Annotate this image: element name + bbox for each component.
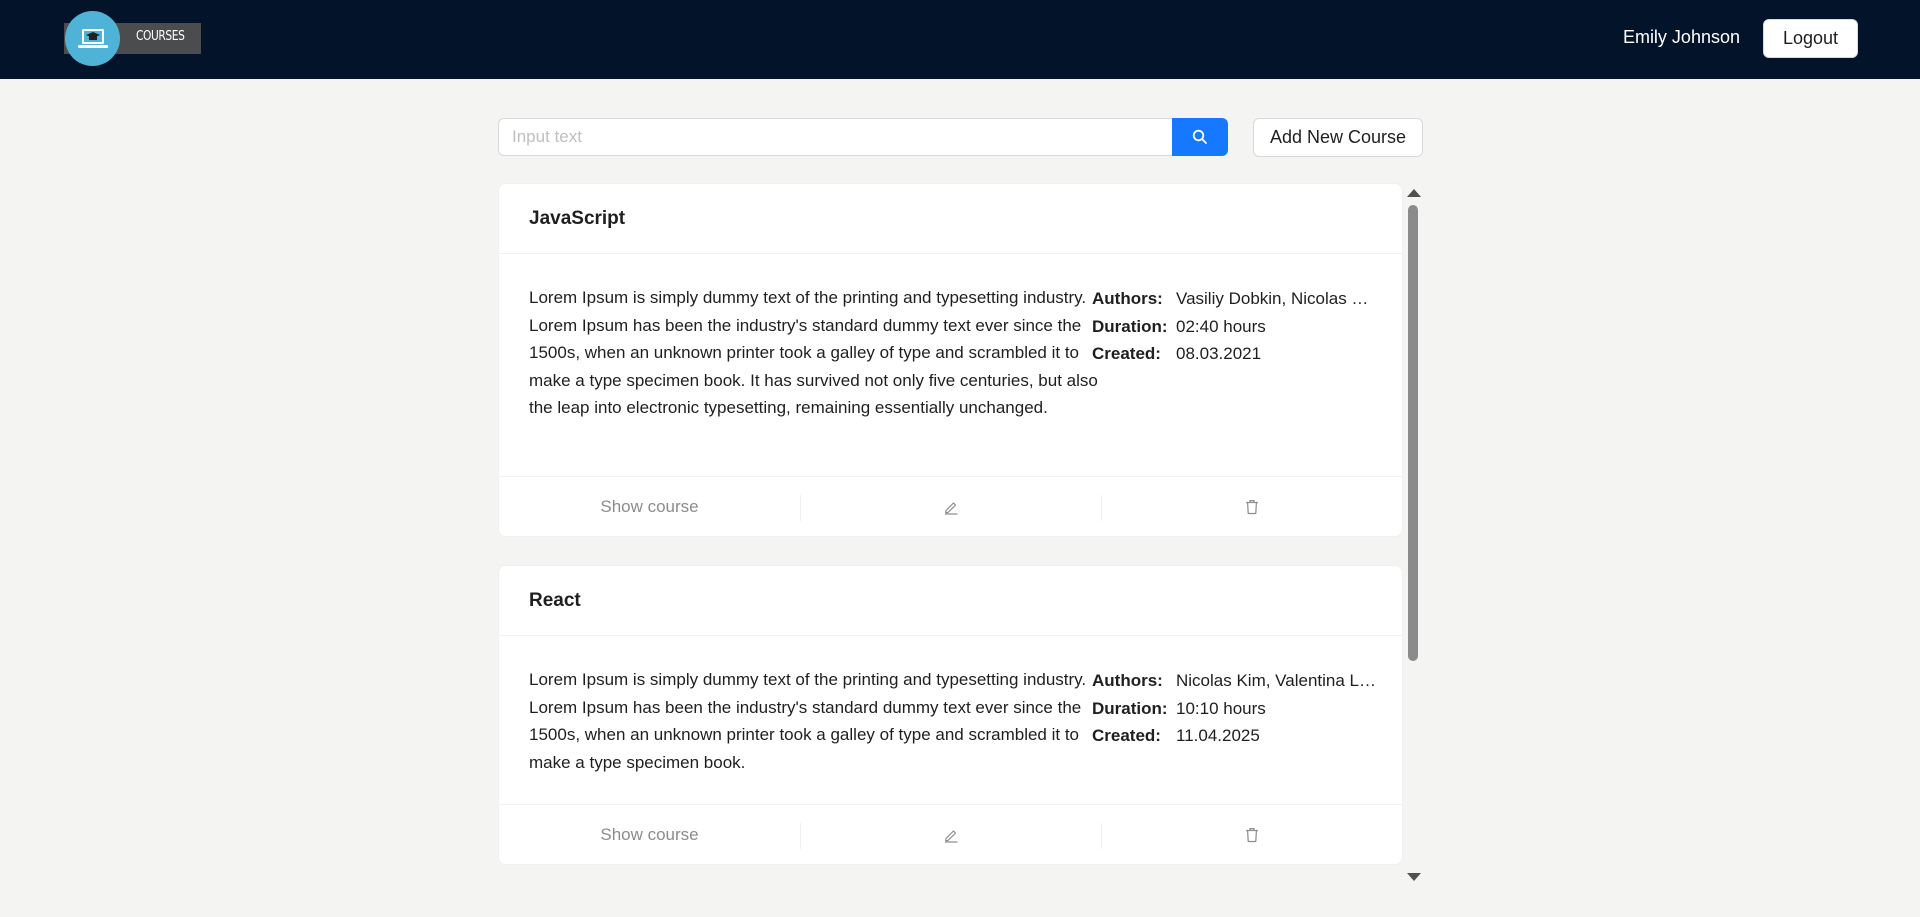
course-title: JavaScript — [499, 184, 1402, 254]
search-input[interactable] — [498, 118, 1172, 156]
created-value: 11.04.2025 — [1176, 726, 1260, 746]
delete-icon — [1245, 499, 1258, 514]
edit-icon — [944, 829, 957, 843]
scroll-down-arrow-icon[interactable] — [1407, 873, 1421, 881]
search-icon — [1192, 129, 1207, 144]
created-value: 08.03.2021 — [1176, 344, 1262, 364]
scroll-up-arrow-icon[interactable] — [1407, 189, 1421, 197]
authors-value: Vasiliy Dobkin, Nicolas Kim — [1176, 289, 1376, 308]
search-button[interactable] — [1172, 118, 1228, 156]
edit-course-button[interactable] — [800, 477, 1101, 536]
app-logo[interactable]: COURSES — [64, 11, 201, 66]
show-course-button[interactable]: Show course — [499, 477, 800, 536]
course-actions: Show course — [499, 804, 1402, 864]
course-actions: Show course — [499, 476, 1402, 536]
course-body: Lorem Ipsum is simply dummy text of the … — [499, 254, 1402, 422]
created-label: Created: — [1092, 344, 1161, 364]
list-scrollbar[interactable] — [1404, 183, 1424, 883]
course-card: JavaScript Lorem Ipsum is simply dummy t… — [498, 183, 1403, 537]
add-new-course-button[interactable]: Add New Course — [1253, 118, 1423, 157]
course-description: Lorem Ipsum is simply dummy text of the … — [529, 670, 1087, 772]
duration-value: 10:10 hours — [1176, 698, 1266, 718]
delete-icon — [1245, 827, 1258, 842]
user-name: Emily Johnson — [1622, 27, 1740, 47]
authors-value: Nicolas Kim, Valentina Larina — [1176, 671, 1376, 690]
authors-label: Authors: — [1092, 289, 1163, 308]
course-list[interactable]: JavaScript Lorem Ipsum is simply dummy t… — [498, 183, 1403, 883]
course-description: Lorem Ipsum is simply dummy text of the … — [529, 288, 1098, 418]
duration-label: Duration: — [1092, 698, 1168, 718]
course-body: Lorem Ipsum is simply dummy text of the … — [499, 636, 1402, 776]
duration-value: 02:40 hours — [1176, 316, 1266, 336]
course-meta: Authors: Nicolas Kim, Valentina Larina D… — [1092, 667, 1382, 750]
scroll-thumb[interactable] — [1408, 205, 1418, 661]
course-meta: Authors: Vasiliy Dobkin, Nicolas Kim Dur… — [1092, 285, 1382, 368]
edit-course-button[interactable] — [800, 805, 1101, 864]
app-header: COURSES Emily Johnson Logout — [0, 0, 1920, 79]
logo-text: COURSES — [136, 29, 185, 44]
authors-label: Authors: — [1092, 671, 1163, 690]
duration-label: Duration: — [1092, 316, 1168, 336]
show-course-button[interactable]: Show course — [499, 805, 800, 864]
delete-course-button[interactable] — [1101, 805, 1402, 864]
delete-course-button[interactable] — [1101, 477, 1402, 536]
logout-button[interactable]: Logout — [1763, 19, 1858, 58]
created-label: Created: — [1092, 726, 1161, 746]
edit-icon — [944, 501, 957, 515]
course-card: React Lorem Ipsum is simply dummy text o… — [498, 565, 1403, 865]
course-title: React — [499, 566, 1402, 636]
laptop-graduation-icon — [65, 11, 120, 66]
